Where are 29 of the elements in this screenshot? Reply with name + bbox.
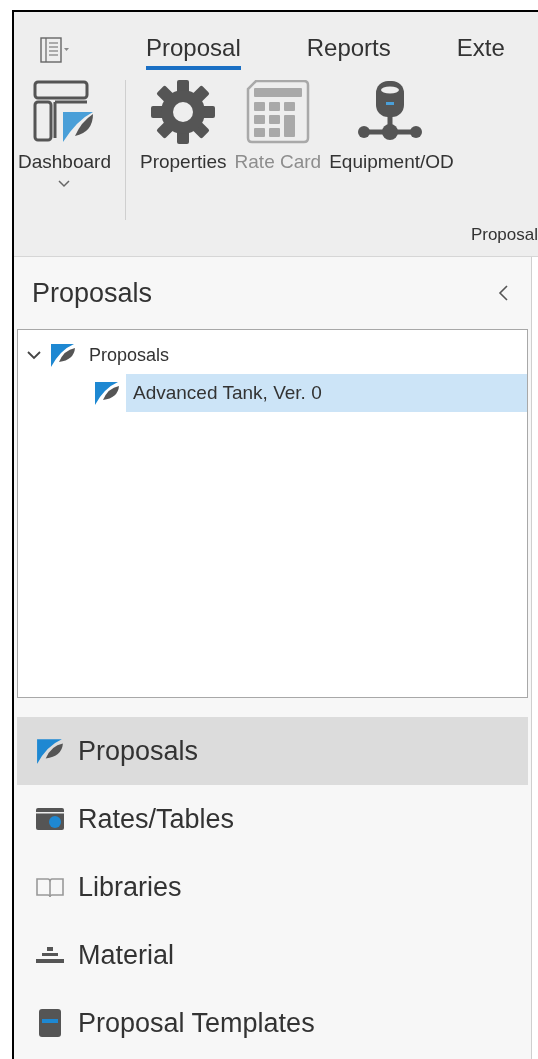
gear-button[interactable]: Properties (135, 80, 231, 174)
ribbon-tab[interactable]: Exte (456, 33, 505, 70)
dashboard-icon (33, 80, 96, 144)
panel-title: Proposals (32, 276, 153, 310)
table-window-icon (36, 806, 64, 832)
dropdown-caret-icon[interactable] (58, 180, 71, 188)
tree-item[interactable]: Advanced Tank, Ver. 0 (126, 374, 527, 412)
quick-access-menu-icon[interactable] (40, 37, 70, 63)
book-icon (36, 876, 64, 898)
expand-chevron-icon[interactable] (26, 349, 42, 361)
navigation-item[interactable]: Libraries (17, 853, 528, 921)
navigation-item[interactable]: Material (17, 921, 528, 989)
proposal-icon (94, 380, 120, 406)
navigation-item[interactable]: Proposals (17, 717, 528, 785)
network-button[interactable]: Equipment/OD (325, 80, 458, 174)
navigation-item[interactable]: Proposal Templates (17, 989, 528, 1057)
ribbon-tab[interactable]: Reports (306, 33, 391, 70)
proposal-icon (50, 342, 76, 368)
navigation-item[interactable]: Rates/Tables (17, 785, 528, 853)
group-label: Proposal (470, 224, 538, 247)
dashboard-button[interactable]: Dashboard (14, 80, 115, 188)
ribbon-tab[interactable]: Proposal (146, 33, 241, 70)
stacked-bricks-icon (36, 946, 64, 964)
gear-icon (151, 80, 216, 144)
collapse-icon[interactable] (497, 284, 509, 302)
calculator-icon (245, 80, 310, 144)
tree-item[interactable]: Proposals (82, 336, 170, 374)
proposal-icon (36, 737, 64, 765)
book-icon (38, 1008, 62, 1038)
